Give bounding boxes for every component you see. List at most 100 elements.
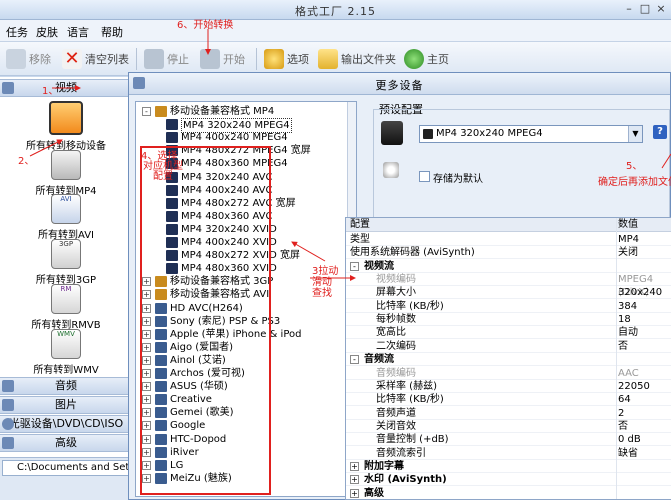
property-key: 关闭音效 [376, 420, 416, 432]
property-group[interactable]: + 高级 [346, 487, 671, 499]
annotation-step1: 1、 [42, 86, 59, 97]
property-value: MP4 [618, 234, 640, 245]
property-row[interactable]: 每秒帧数 18 [346, 313, 671, 327]
property-value: 0 dB [618, 434, 641, 446]
property-key: 视频流 [364, 260, 394, 272]
category-video[interactable]: 视频 [0, 79, 132, 97]
tree-device-item[interactable]: MP4 400x240 MPEG4 [136, 131, 346, 144]
property-row[interactable]: 二次编码 否 [346, 340, 671, 353]
category-advanced[interactable]: 高级 [0, 434, 132, 452]
column-separator [616, 218, 617, 499]
preset-device-icon [423, 129, 433, 139]
property-key: 音频流 [364, 354, 394, 366]
help-button[interactable]: ? [653, 125, 667, 139]
property-value: 384 [618, 300, 638, 312]
annotation-step2: 2、 [18, 156, 35, 167]
property-value: 否 [618, 340, 628, 352]
device-icon [166, 132, 178, 144]
property-row[interactable]: 宽高比 自动 [346, 326, 671, 340]
category-audio[interactable]: 音频 [0, 377, 132, 395]
property-key: 使用系统解码器 (AviSynth) [350, 247, 475, 259]
output-path: C:\Documents and Settings\ [2, 460, 132, 476]
stop-button[interactable]: 停止 [144, 47, 189, 71]
menu-task[interactable]: 任务 [6, 24, 28, 40]
category-image[interactable]: 图片 [0, 396, 132, 414]
expand-icon[interactable]: + [350, 488, 359, 498]
start-icon [200, 49, 220, 69]
collapse-icon[interactable]: - [350, 355, 359, 365]
property-row[interactable]: 类型 MP4 [346, 233, 671, 246]
maximize-button[interactable]: □ [638, 3, 652, 15]
output-folder-button[interactable]: 输出文件夹 [318, 47, 396, 71]
menu-language[interactable]: 语言 [67, 24, 89, 40]
expand-icon[interactable]: + [350, 475, 359, 485]
format-mobile[interactable]: 所有转到移动设备 [0, 101, 132, 152]
clear-icon: ✕ [62, 49, 82, 69]
property-value: AAC [618, 367, 639, 379]
sidebar: 视频 所有转到移动设备 所有转到MP4 AVI 所有转到AVI 3GP 所有转到… [0, 77, 132, 457]
property-key: 比特率 (KB/秒) [376, 394, 444, 406]
music-note-icon [2, 380, 14, 392]
menu-skin[interactable]: 皮肤 [36, 24, 58, 40]
property-value: 2 [618, 407, 625, 419]
remove-button[interactable]: 移除 [6, 47, 51, 71]
property-key: 附加字幕 [364, 460, 404, 472]
close-button[interactable]: × [654, 3, 668, 15]
category-optical[interactable]: 光驱设备\DVD\CD\ISO [0, 415, 132, 433]
header-key: 配置 [350, 219, 370, 230]
property-group[interactable]: - 视频流 [346, 260, 671, 273]
property-row[interactable]: 音量控制 (+dB) 0 dB [346, 433, 671, 447]
save-default-checkbox[interactable] [419, 171, 430, 182]
preset-select[interactable]: MP4 320x240 MPEG4 ▼ [419, 125, 643, 143]
expand-icon[interactable]: + [350, 461, 359, 471]
menu-help[interactable]: 帮助 [101, 24, 123, 40]
tree-item-label: 移动设备兼容格式 MP4 [170, 106, 275, 117]
options-button[interactable]: 选项 [264, 47, 309, 71]
property-key: 屏幕大小 [376, 287, 416, 299]
property-group[interactable]: - 音频流 [346, 353, 671, 367]
properties-header: 配置 数值 [346, 218, 671, 232]
property-key: 音频声道 [376, 407, 416, 419]
annotation-step5-line1: 5、 [626, 161, 643, 172]
minimize-button[interactable]: – [622, 3, 636, 15]
property-row[interactable]: 比特率 (KB/秒) 384 [346, 300, 671, 313]
property-key: 二次编码 [376, 340, 416, 352]
property-key: 音量控制 (+dB) [376, 434, 449, 446]
start-button[interactable]: 开始 [200, 47, 245, 71]
stop-icon [144, 49, 164, 69]
chevron-down-icon[interactable]: ▼ [628, 126, 642, 142]
property-key: 宽高比 [376, 327, 406, 339]
property-key: 高级 [364, 487, 384, 499]
device-preview-icon [381, 121, 403, 145]
property-key: 每秒帧数 [376, 314, 416, 326]
format-avi[interactable]: AVI 所有转到AVI [0, 194, 132, 241]
format-rmvb[interactable]: RM 所有转到RMVB [0, 284, 132, 331]
property-row[interactable]: 音频流索引 缺省 [346, 447, 671, 460]
property-row[interactable]: 采样率 (赫兹) 22050 [346, 380, 671, 393]
property-row[interactable]: 音频编码 AAC [346, 367, 671, 380]
property-row[interactable]: 屏幕大小 320x240 [346, 286, 671, 300]
globe-icon [404, 49, 424, 69]
property-row[interactable]: 视频编码 MPEG4 (DivX) [346, 273, 671, 298]
property-group[interactable]: + 附加字幕 [346, 460, 671, 473]
format-wmv[interactable]: WMV 所有转到WMV [0, 329, 132, 376]
window-title: 格式工厂 2.15 [295, 5, 376, 18]
home-button[interactable]: 主页 [404, 47, 449, 71]
save-default-label: 存储为默认 [433, 174, 483, 185]
dialog-title-bar: 更多设备 [129, 73, 670, 95]
property-group[interactable]: + 水印 (AviSynth) [346, 473, 671, 487]
highlight-box [140, 146, 271, 495]
properties-grid[interactable]: 配置 数值 类型 MP4 使用系统解码器 (AviSynth) 关闭 - 视频流 视频编码 M… [345, 217, 671, 500]
tree-group-item[interactable]: - 移动设备兼容格式 MP4 [136, 105, 346, 118]
collapse-icon[interactable]: - [350, 261, 359, 271]
property-value: 自动 [618, 327, 638, 339]
property-row[interactable]: 比特率 (KB/秒) 64 [346, 393, 671, 407]
collapse-icon[interactable]: - [142, 107, 151, 116]
property-row[interactable]: 音频声道 2 [346, 407, 671, 420]
format-3gp[interactable]: 3GP 所有转到3GP [0, 239, 132, 286]
clear-list-button[interactable]: ✕ 清空列表 [62, 47, 129, 71]
tree-device-item[interactable]: MP4 320x240 MPEG4 [136, 118, 346, 134]
property-row[interactable]: 关闭音效 否 [346, 420, 671, 433]
folder-icon [318, 49, 338, 69]
property-row[interactable]: 使用系统解码器 (AviSynth) 关闭 [346, 246, 671, 260]
